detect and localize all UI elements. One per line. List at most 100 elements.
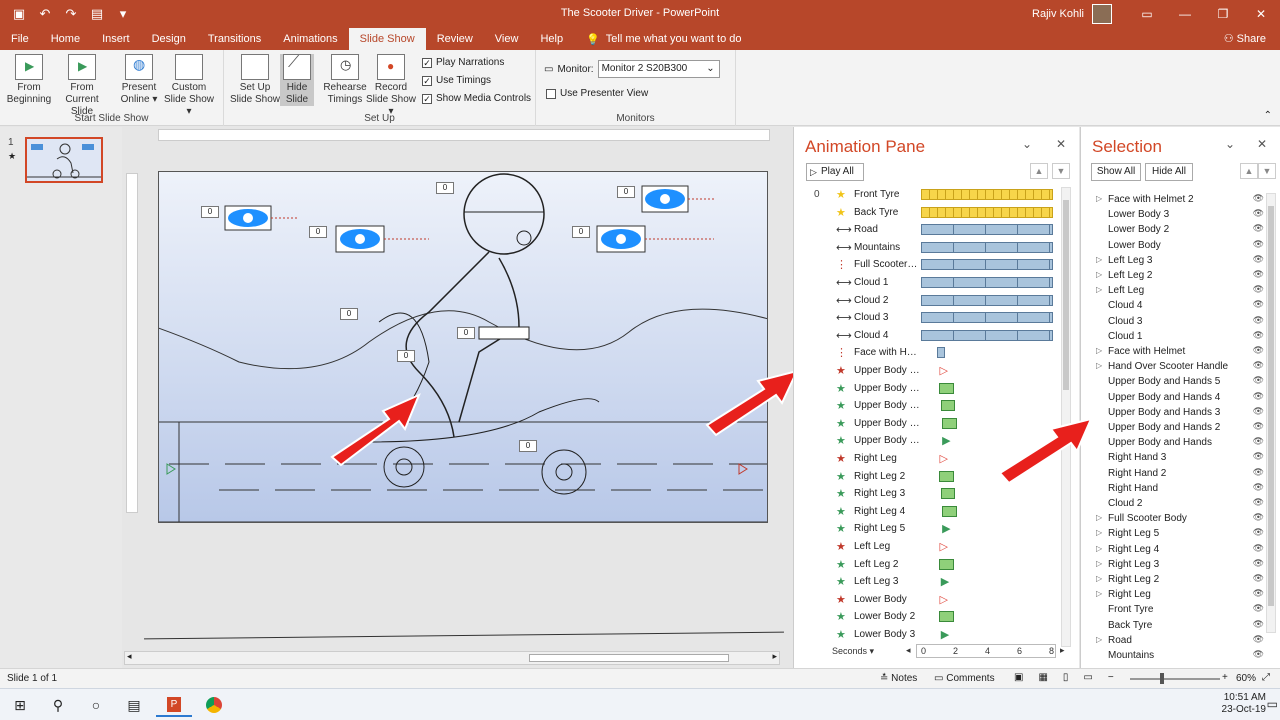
animation-list-item[interactable]: ★ Back Tyre [794,205,1064,222]
animation-list-item[interactable]: ★ Upper Body a... ▷ [794,363,1064,380]
scroll-right-icon[interactable]: ▸ [772,651,777,662]
expand-arrow-icon[interactable]: ▷ [1096,574,1102,583]
slide-sorter-icon[interactable]: ▦ [1038,672,1047,683]
eye-icon[interactable]: 👁 [1253,360,1264,371]
selection-list-item[interactable]: Lower Body 2 👁 [1081,223,1266,238]
selection-list-item[interactable]: ▷ Face with Helmet 2 👁 [1081,193,1266,208]
animation-list-item[interactable]: ⟷ Cloud 2 [794,293,1064,310]
monitor-select[interactable]: Monitor 2 S20B300 ⌄ [597,60,720,78]
animation-list-item[interactable]: ★ Left Leg 3 ▶ [794,574,1064,591]
from-current-slide-button[interactable]: ▶ From Current Slide [55,54,109,118]
present-from-start-icon[interactable]: ▤ [88,5,106,23]
eye-icon[interactable]: 👁 [1253,239,1264,250]
tab-insert[interactable]: Insert [91,28,141,50]
eye-icon[interactable]: 👁 [1253,436,1264,447]
selection-list-item[interactable]: ▷ Left Leg 👁 [1081,284,1266,299]
selection-list-item[interactable]: ▷ Right Leg 5 👁 [1081,527,1266,542]
eye-icon[interactable]: 👁 [1253,467,1264,478]
close-icon[interactable]: ✕ [1242,0,1280,28]
animation-list-item[interactable]: ★ Left Leg 2 [794,557,1064,574]
expand-arrow-icon[interactable]: ▷ [1096,270,1102,279]
zoom-slider[interactable] [1130,678,1220,680]
bring-forward-icon[interactable]: ▲ [1240,163,1258,179]
animation-timing-bar[interactable] [939,558,954,570]
custom-slide-show-button[interactable]: Custom Slide Show ▾ [162,54,216,118]
seconds-dropdown[interactable]: Seconds ▾ [832,646,874,657]
eye-icon[interactable]: 👁 [1253,497,1264,508]
eye-icon[interactable]: 👁 [1253,421,1264,432]
eye-icon[interactable]: 👁 [1253,482,1264,493]
collapse-ribbon-icon[interactable]: ⌃ [1264,110,1272,121]
tab-file[interactable]: File [0,28,40,50]
eye-icon[interactable]: 👁 [1253,269,1264,280]
horizontal-scrollbar[interactable]: ◂ ▸ [124,651,780,665]
selection-list-item[interactable]: Right Hand 3 👁 [1081,451,1266,466]
tab-transitions[interactable]: Transitions [197,28,272,50]
customize-qat-icon[interactable]: ▾ [114,5,132,23]
tab-design[interactable]: Design [141,28,197,50]
show-media-controls-checkbox[interactable]: ✓ Show Media Controls [422,93,531,104]
system-clock[interactable]: 10:51 AM 23-Oct-19 [1222,692,1266,716]
notifications-icon[interactable]: ▭ [1267,697,1278,711]
restore-icon[interactable]: ❐ [1204,0,1242,28]
from-beginning-button[interactable]: ▶ From Beginning [2,54,56,106]
selection-list-item[interactable]: Right Hand 👁 [1081,482,1266,497]
selection-list-item[interactable]: Upper Body and Hands 4 👁 [1081,391,1266,406]
play-narrations-checkbox[interactable]: ✓ Play Narrations [422,57,504,68]
selection-list-item[interactable]: Upper Body and Hands 2 👁 [1081,421,1266,436]
eye-icon[interactable]: 👁 [1253,619,1264,630]
record-slide-show-button[interactable]: ● Record Slide Show ▾ [364,54,418,118]
selection-list-item[interactable]: Upper Body and Hands 3 👁 [1081,406,1266,421]
tab-animations[interactable]: Animations [272,28,348,50]
animation-trigger-marker[interactable]: ▶ [941,575,949,588]
redo-icon[interactable]: ↷ [62,5,80,23]
eye-icon[interactable]: 👁 [1253,649,1264,660]
scroll-left-icon[interactable]: ◂ [127,651,132,662]
windows-start-icon[interactable]: ⊞ [2,693,38,717]
animation-timing-bar[interactable] [921,224,1053,236]
close-icon[interactable]: ✕ [1257,137,1267,151]
powerpoint-taskbar-icon[interactable]: P [156,693,192,717]
scroll-thumb[interactable] [1268,206,1274,606]
animation-trigger-marker[interactable]: ▶ [941,628,949,641]
selection-list-item[interactable]: Front Tyre 👁 [1081,603,1266,618]
eye-icon[interactable]: 👁 [1253,634,1264,645]
tab-view[interactable]: View [484,28,530,50]
expand-arrow-icon[interactable]: ▷ [1096,544,1102,553]
reading-view-icon[interactable]: ▯ [1063,672,1069,683]
selection-list-item[interactable]: Cloud 1 👁 [1081,330,1266,345]
animation-list-item[interactable]: ★ Lower Body 2 [794,609,1064,626]
animation-list-item[interactable]: 0 ★ Front Tyre [794,187,1064,204]
animation-trigger-marker[interactable]: ▷ [939,540,947,553]
save-icon[interactable]: ▣ [10,5,28,23]
eye-icon[interactable]: 👁 [1253,543,1264,554]
zoom-slider-knob[interactable] [1160,673,1164,684]
eye-icon[interactable]: 👁 [1253,284,1264,295]
eye-icon[interactable]: 👁 [1253,573,1264,584]
zoom-in-icon[interactable]: + [1222,672,1228,683]
expand-arrow-icon[interactable]: ▷ [1096,255,1102,264]
selection-list-item[interactable]: ▷ Left Leg 3 👁 [1081,254,1266,269]
use-timings-checkbox[interactable]: ✓ Use Timings [422,75,491,86]
tab-slide-show[interactable]: Slide Show [348,28,426,50]
animation-list-item[interactable]: ★ Right Leg 5 ▶ [794,521,1064,538]
animation-list-item[interactable]: ⟷ Cloud 3 [794,310,1064,327]
hide-slide-button[interactable]: ⟋ Hide Slide [280,54,314,106]
animation-trigger-marker[interactable]: ▶ [942,434,950,447]
play-all-button[interactable]: Play All [806,163,864,181]
slide-show-icon[interactable]: ▭ [1083,672,1092,683]
pane-options-icon[interactable]: ⌄ [1225,137,1235,151]
expand-arrow-icon[interactable]: ▷ [1096,346,1102,355]
animation-list-item[interactable]: ⋮ Full Scooter B... [794,257,1064,274]
undo-icon[interactable]: ↶ [36,5,54,23]
animation-timing-bar[interactable] [921,241,1053,253]
ribbon-display-options-icon[interactable]: ▭ [1128,0,1166,28]
slide-thumbnail[interactable] [25,137,103,183]
eye-icon[interactable]: 👁 [1253,193,1264,204]
animation-list-item[interactable]: ★ Lower Body ▷ [794,592,1064,609]
show-all-button[interactable]: Show All [1091,163,1141,181]
animation-list-item[interactable]: ⋮ Face with Hel... [794,345,1064,362]
selection-list-item[interactable]: Cloud 3 👁 [1081,315,1266,330]
animation-timing-bar[interactable] [921,259,1053,271]
comments-button[interactable]: ▭ Comments [934,673,995,684]
